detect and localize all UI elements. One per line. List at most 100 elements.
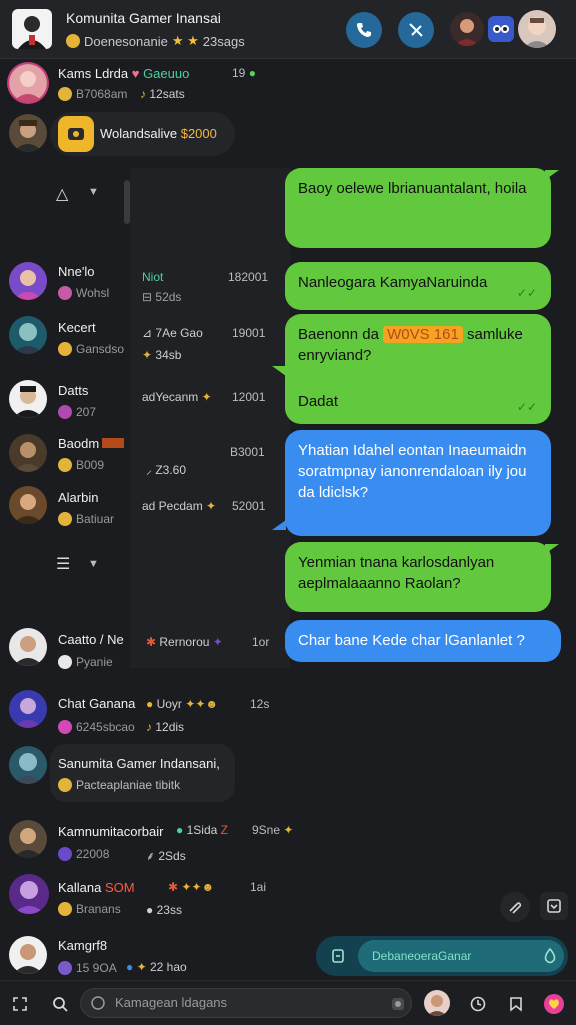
coin-icon [58, 116, 94, 152]
mid-sub: ♪ 12sats [140, 87, 185, 101]
link-icon [509, 902, 522, 914]
item-sub: Batiuar [58, 512, 114, 526]
reaction-button[interactable] [540, 990, 568, 1018]
avatar [9, 64, 47, 102]
search-icon [53, 997, 68, 1012]
list-item[interactable]: Baodm B009 [0, 430, 134, 492]
message-text: Baenonn da [298, 326, 379, 343]
attach-button[interactable] [500, 892, 530, 922]
mid-time: 12s [250, 697, 270, 711]
member-avatar-2[interactable] [518, 10, 556, 48]
item-sub: 6245sbcao [58, 720, 135, 734]
menu-icon[interactable]: ☰ [56, 554, 70, 574]
avatar [9, 936, 47, 974]
mid-label: ⊿ 7Ae Gao [142, 326, 203, 340]
item-sub: Branans [58, 902, 121, 916]
phone-icon [357, 23, 371, 37]
item-time: 19 ● [232, 66, 256, 80]
triangle-icon[interactable]: △ [56, 184, 68, 204]
chevron-down-icon[interactable]: ▼ [88, 558, 99, 570]
media-button[interactable] [384, 990, 412, 1018]
timer-button[interactable] [464, 990, 492, 1018]
sticker-icon [547, 899, 561, 913]
message-input[interactable]: DebaneoeraGanar [358, 940, 564, 972]
mid-sub: ⊟ 52ds [142, 290, 182, 304]
list-item[interactable]: Alarbin Batiuar [0, 484, 134, 546]
item-name: Kams Ldrda ♥ Gaeuuo [58, 66, 190, 81]
voice-call-button[interactable] [346, 12, 382, 48]
message-bubble[interactable]: Char bane Kede char lGanlanlet ? [285, 620, 561, 662]
message-bubble[interactable]: Baoy oelewe lbrianuantalant, hoila [285, 168, 551, 248]
mid-time: B3001 [230, 445, 265, 459]
mid-time: 52001 [232, 499, 266, 513]
chat-header: Komunita Gamer Inansai Doenesonanie ★ ★ … [0, 0, 576, 59]
list-item[interactable]: Kallana SOM Branans [0, 874, 135, 936]
list-item[interactable]: Caatto / Ne Pyanie [0, 626, 134, 688]
message-bubble[interactable]: Baenonn da W0VS 161 samluke enryviand? D… [285, 314, 551, 424]
search-input[interactable]: Kamagean ldagans [80, 988, 412, 1018]
expand-icon [13, 997, 27, 1011]
profile-avatar[interactable] [424, 990, 450, 1016]
expand-button[interactable] [6, 990, 34, 1018]
mid-label: Niot [142, 270, 164, 284]
game-icon[interactable] [488, 16, 514, 42]
avatar [9, 262, 47, 300]
avatar [9, 746, 47, 784]
item-sub: Pyanie [58, 655, 113, 669]
media-icon [392, 998, 404, 1010]
item-sub: 15 9OA [58, 961, 117, 975]
star-icons: ★ ★ [171, 33, 199, 48]
chevron-down-icon[interactable]: ▼ [88, 186, 99, 198]
clock-icon [470, 996, 486, 1012]
item-name: Kecert [58, 320, 96, 335]
member-avatar-1[interactable] [450, 12, 484, 46]
mid-time: 1ai [250, 880, 267, 894]
video-call-button[interactable] [398, 12, 434, 48]
message-text: Baoy oelewe lbrianuantalant, hoila [298, 180, 527, 197]
mid-time: 1or [252, 635, 270, 649]
bubble-tail [545, 544, 559, 554]
send-button[interactable] [536, 942, 564, 970]
mid-sub: ✦ 34sb [142, 348, 182, 362]
message-text: Yenmian tnana karlosdanlyan aeplmalaaann… [298, 554, 495, 592]
list-item[interactable]: Datts 207 [0, 374, 134, 436]
bookmark-icon [510, 997, 522, 1012]
mid-label: ✱ ✦✦☻ [168, 880, 215, 894]
avatar [9, 380, 47, 418]
avatar [9, 316, 47, 354]
highlight-tag: W0VS 161 [383, 326, 463, 343]
emoji-icon [90, 995, 106, 1016]
mid-label: ● 1Sida Z [176, 823, 228, 837]
list-item[interactable]: Kecert Gansdso [0, 314, 134, 376]
item-name: Kallana SOM [58, 880, 135, 895]
item-name: Kamnumitacorbair [58, 824, 164, 839]
message-bubble[interactable]: Nanleogara KamyaNaruinda ✓✓ [285, 262, 551, 310]
item-name: Chat Ganana [58, 696, 136, 711]
mid-label: adYecanm ✦ [142, 390, 212, 404]
subtitle-count: 23sags [202, 33, 245, 49]
group-avatar[interactable] [12, 9, 52, 49]
list-item[interactable]: Chat Ganana 6245sbcao [0, 688, 150, 750]
item-name: Baodm [58, 436, 125, 451]
bookmark-button[interactable] [502, 990, 530, 1018]
item-sub: B7068am [58, 87, 127, 101]
message-bubble[interactable]: Yhatian Idahel eontan Inaeumaidn soratmp… [285, 430, 551, 536]
search-button[interactable] [46, 990, 74, 1018]
emoji-icon [66, 34, 80, 48]
message-text: Yhatian Idahel eontan Inaeumaidn soratmp… [298, 442, 527, 501]
message-text: Nanleogara KamyaNaruinda [298, 274, 488, 291]
avatar [9, 628, 47, 666]
attach-file-button[interactable] [324, 942, 352, 970]
drop-icon [544, 947, 556, 964]
item-name: Nne'lo [58, 264, 95, 279]
mid-label: ad Pecdam ✦ [142, 499, 217, 513]
group-title: Komunita Gamer Inansai [66, 10, 221, 26]
avatar [9, 114, 47, 152]
sticker-button[interactable] [540, 892, 568, 920]
message-bubble[interactable]: Yenmian tnana karlosdanlyan aeplmalaaann… [285, 542, 551, 612]
item-sub: Pacteaplaniae tibitk [58, 778, 180, 792]
group-preview[interactable] [50, 744, 235, 802]
list-item[interactable]: Kamnumitacorbair 22008 [0, 818, 164, 880]
list-item[interactable]: Nne'lo Wohsl [0, 258, 134, 320]
call-icon [409, 23, 423, 37]
